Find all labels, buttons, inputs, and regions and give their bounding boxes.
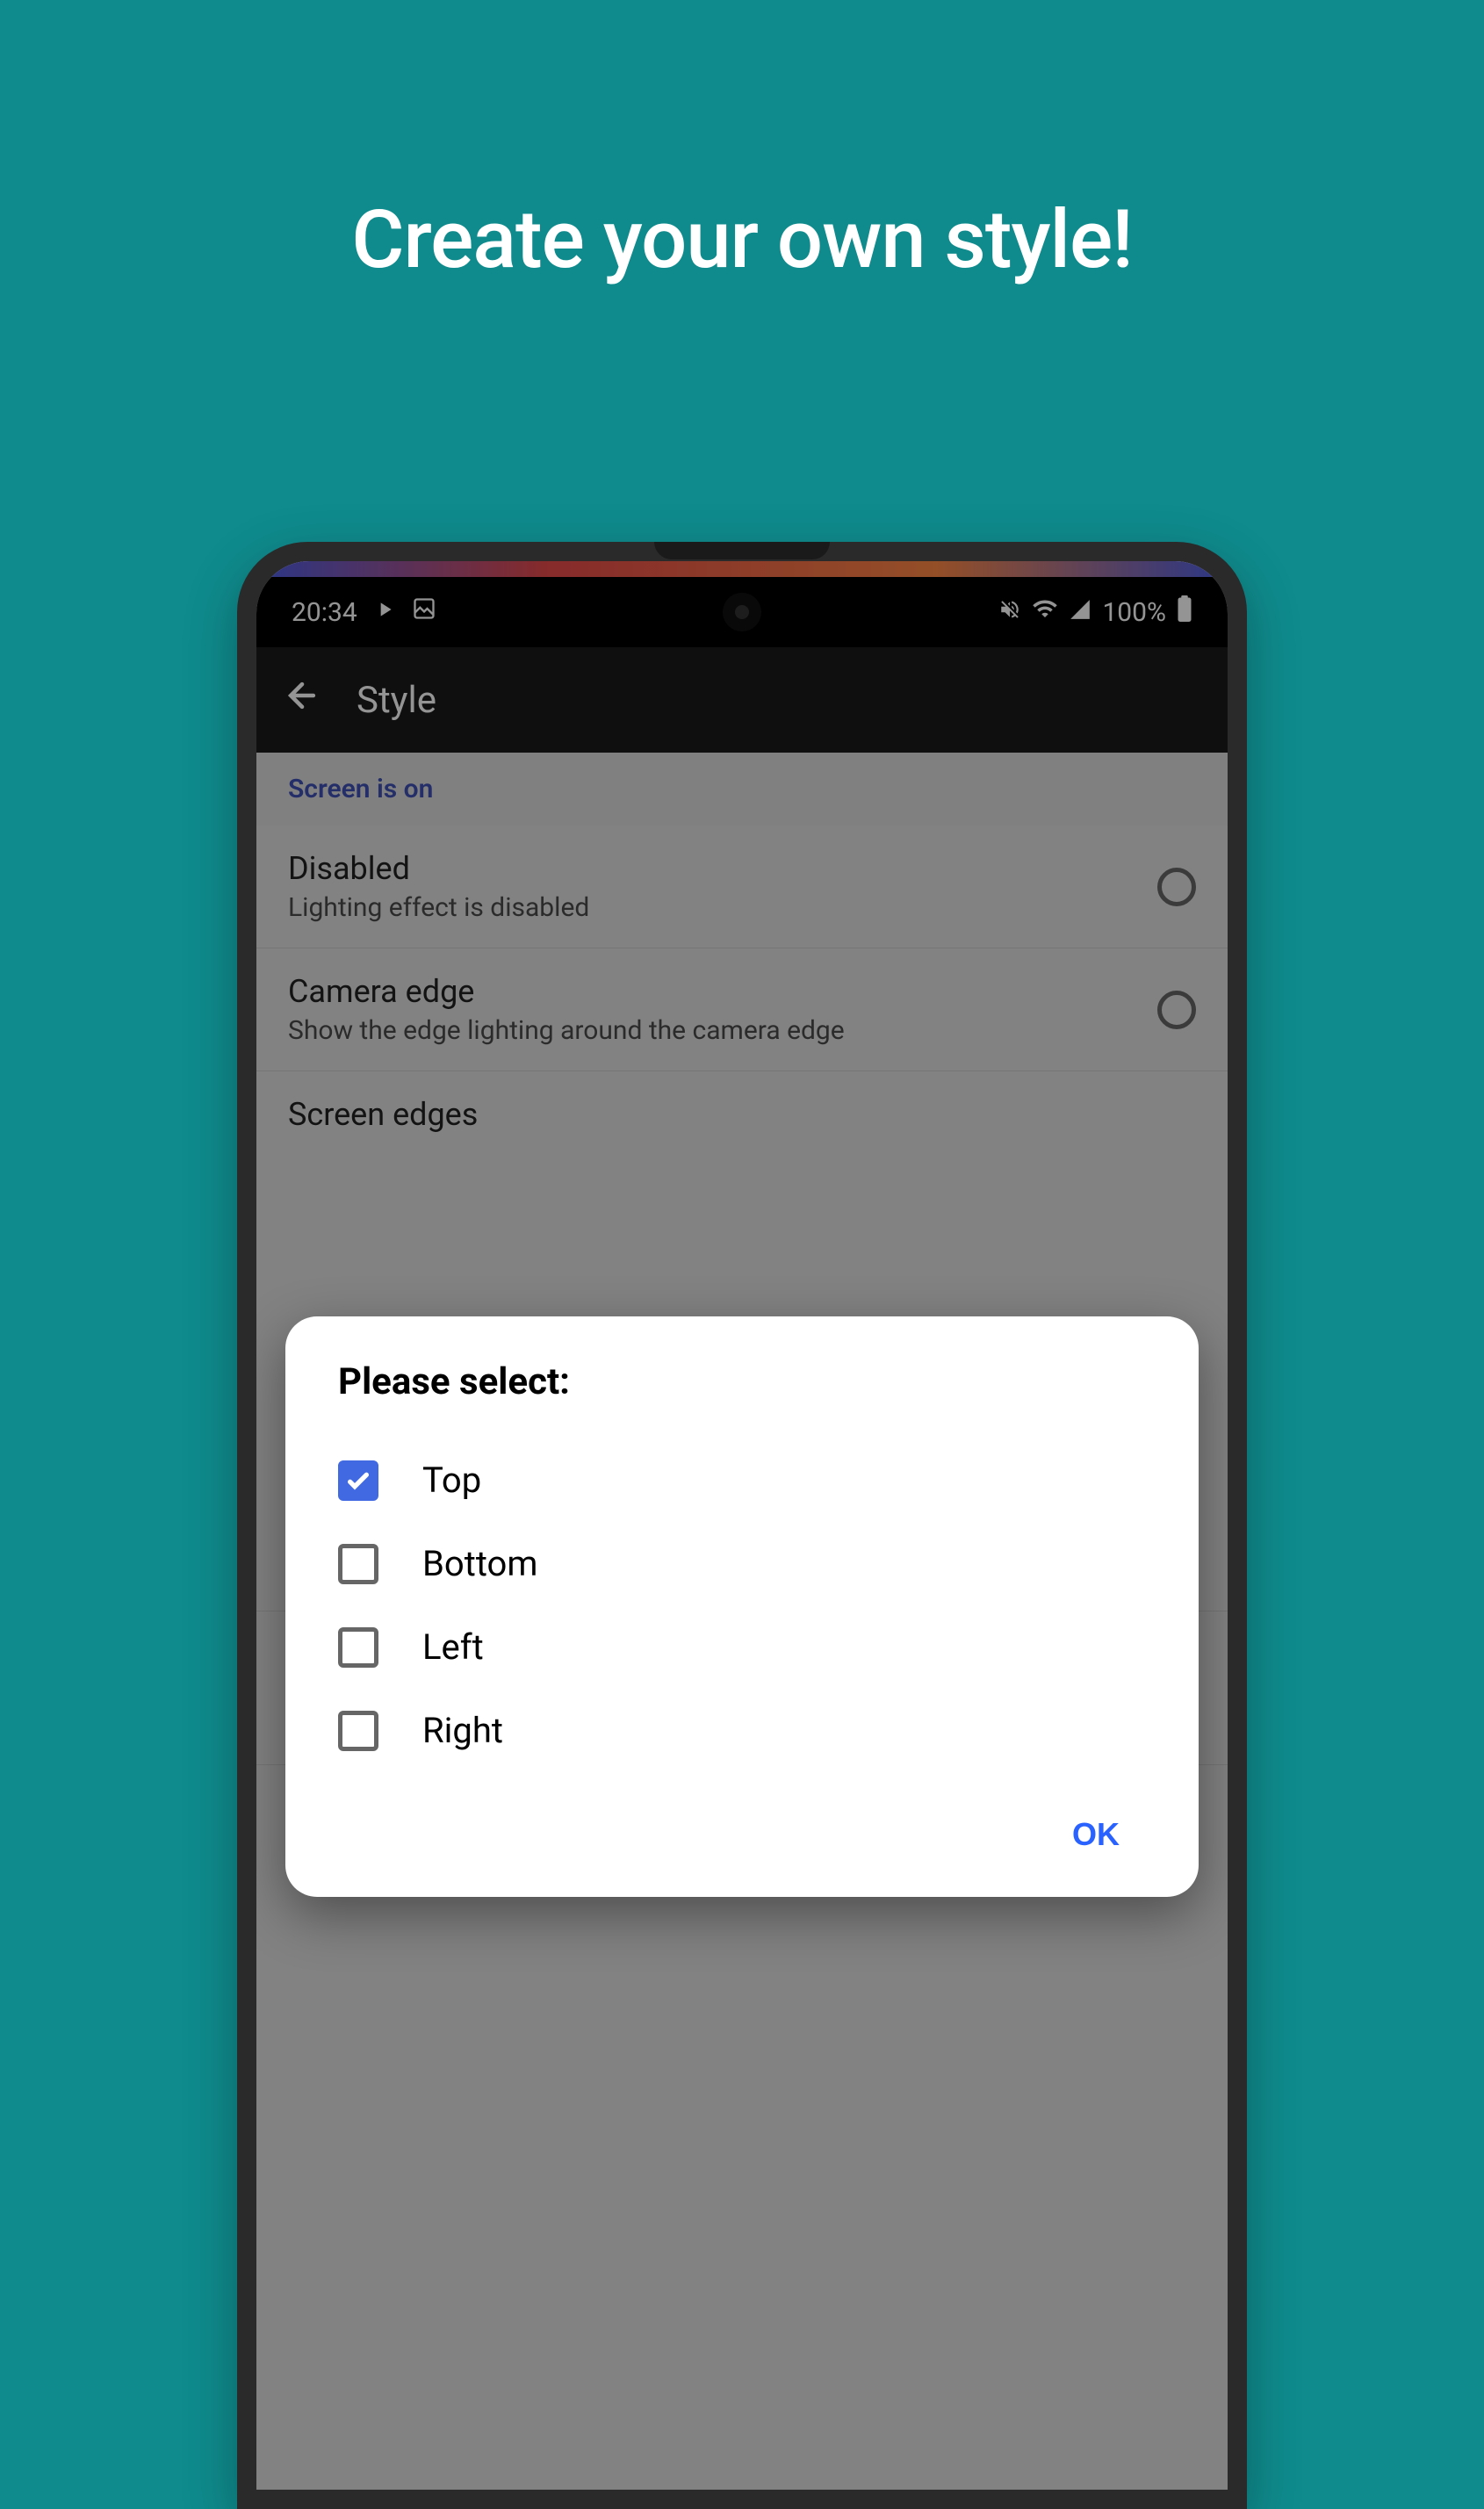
option-label: Top (422, 1460, 481, 1501)
select-dialog: Please select: Top Bottom Left Right (285, 1316, 1199, 1897)
dialog-title: Please select: (338, 1360, 1146, 1403)
option-bottom[interactable]: Bottom (338, 1522, 1146, 1605)
checkbox-icon[interactable] (338, 1544, 378, 1584)
phone-frame: 20:34 100% (237, 542, 1247, 2509)
checkbox-icon[interactable] (338, 1627, 378, 1668)
phone-screen: 20:34 100% (256, 561, 1228, 2490)
option-label: Bottom (422, 1543, 537, 1584)
option-left[interactable]: Left (338, 1605, 1146, 1689)
promo-title: Create your own style! (351, 193, 1132, 287)
option-right[interactable]: Right (338, 1689, 1146, 1772)
checkbox-icon[interactable] (338, 1711, 378, 1751)
checkbox-icon[interactable] (338, 1460, 378, 1501)
option-label: Left (422, 1626, 484, 1668)
option-label: Right (422, 1710, 503, 1751)
ok-button[interactable]: OK (1046, 1799, 1146, 1871)
option-top[interactable]: Top (338, 1438, 1146, 1522)
